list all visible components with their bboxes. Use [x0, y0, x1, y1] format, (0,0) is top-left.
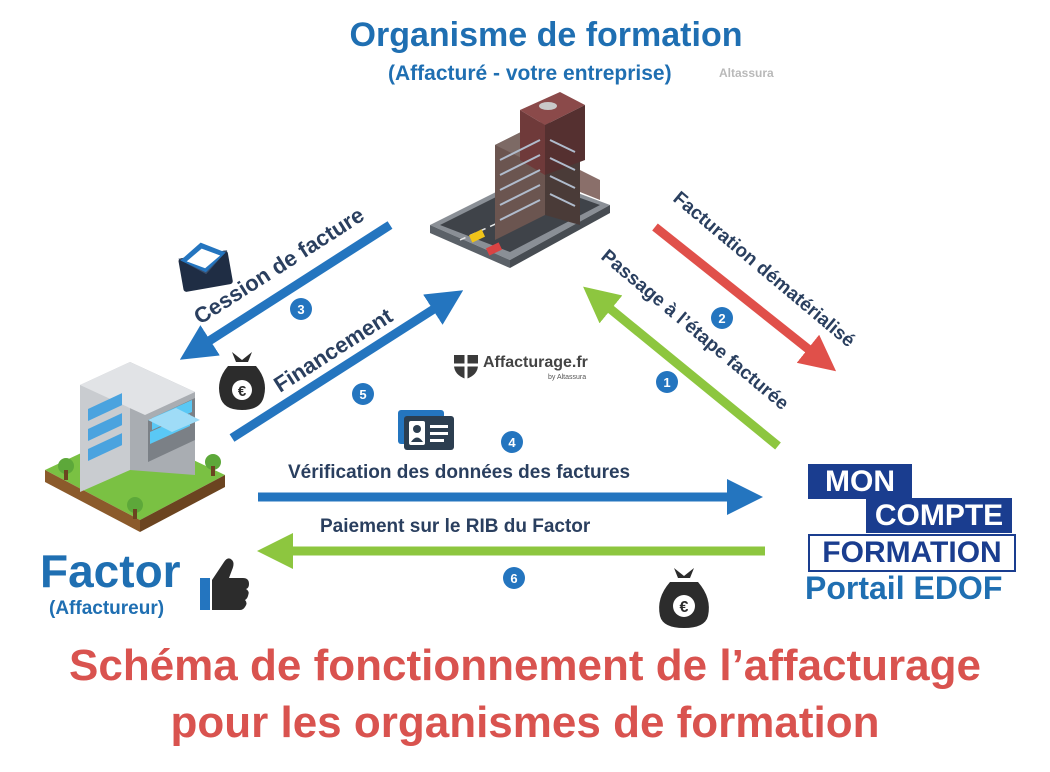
- office-tower-icon: [430, 92, 610, 268]
- svg-text:3: 3: [297, 302, 304, 317]
- flow-verification: Vérification des données des factures: [258, 462, 763, 515]
- svg-text:4: 4: [508, 435, 516, 450]
- factor-title: Factor: [40, 545, 181, 597]
- step-badge-6: 6: [503, 567, 525, 589]
- footer-title-line-2: pour les organismes de formation: [170, 698, 880, 747]
- flow-paiement-label: Paiement sur le RIB du Factor: [320, 516, 591, 537]
- mcf-line-2: COMPTE: [866, 498, 1012, 533]
- footer-title-line-1: Schéma de fonctionnement de l’affacturag…: [69, 641, 981, 690]
- affacturage-logo: Affacturage.fr by Altassura: [452, 352, 602, 384]
- svg-text:€: €: [680, 599, 689, 616]
- shield-logo-icon: [454, 355, 478, 379]
- mon-compte-formation-logo: MON COMPTE FORMATION: [808, 464, 1016, 572]
- factor-building-icon: [45, 362, 225, 532]
- step-badge-5: 5: [352, 383, 374, 405]
- flow-paiement: Paiement sur le RIB du Factor: [257, 516, 765, 569]
- step-badge-4: 4: [501, 431, 523, 453]
- step-badge-3: 3: [290, 298, 312, 320]
- envelope-icon: [178, 242, 233, 292]
- mcf-line-1: MON: [808, 464, 912, 499]
- flow-financement-label: Financement: [269, 303, 397, 398]
- factor-subtitle: (Affactureur): [49, 598, 165, 619]
- affacturage-logo-by: by Altassura: [548, 374, 587, 381]
- flow-verification-label: Vérification des données des factures: [288, 462, 630, 483]
- id-card-icon: [398, 410, 454, 450]
- money-bag-icon: €: [219, 352, 265, 410]
- mcf-line-3: FORMATION: [808, 534, 1016, 572]
- step-badge-2: 2: [711, 307, 733, 329]
- money-bag-icon: €: [659, 568, 709, 628]
- svg-text:1: 1: [663, 375, 670, 390]
- svg-text:6: 6: [510, 571, 517, 586]
- step-badge-1: 1: [656, 371, 678, 393]
- portail-edof-label: Portail EDOF: [805, 570, 1003, 606]
- svg-text:€: €: [238, 383, 247, 400]
- affacturage-logo-name: Affacturage.fr: [483, 354, 588, 371]
- thumbs-up-icon: [200, 558, 249, 610]
- svg-text:5: 5: [359, 387, 366, 402]
- svg-text:2: 2: [718, 311, 725, 326]
